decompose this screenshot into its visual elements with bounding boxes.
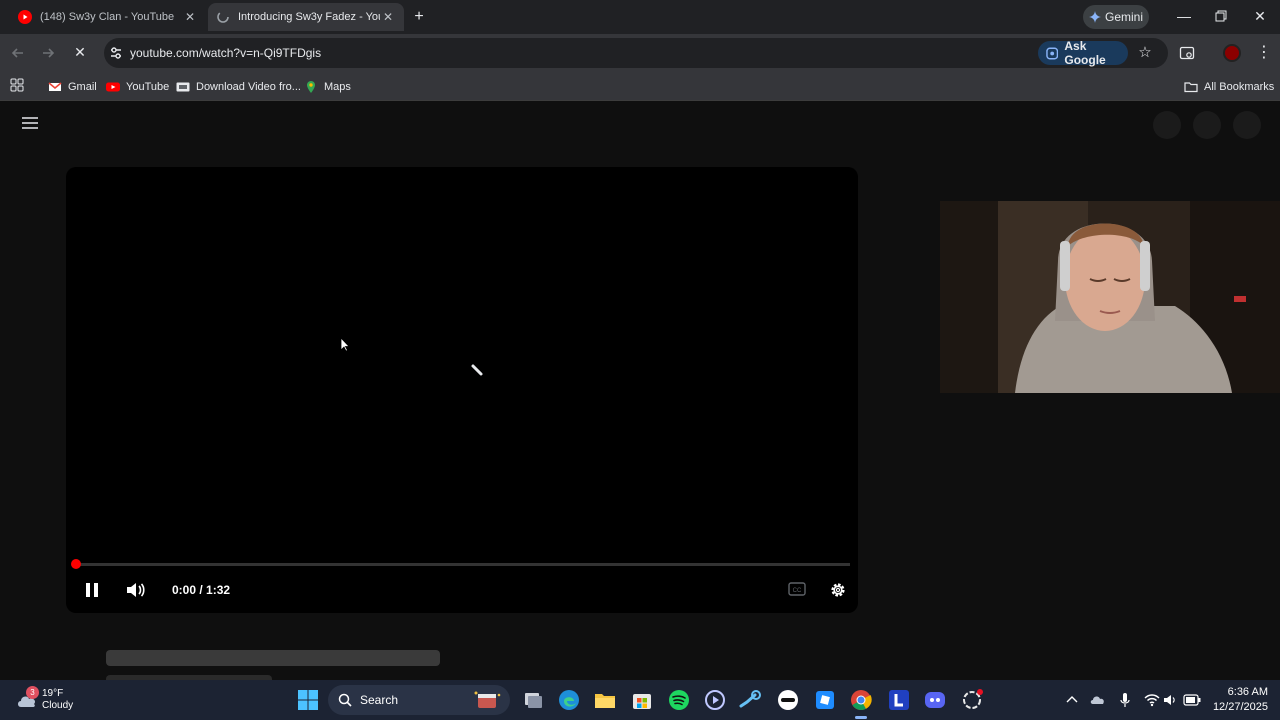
- loading-icon: [217, 11, 229, 23]
- search-label: Search: [360, 693, 399, 707]
- spotify-icon[interactable]: [667, 688, 691, 712]
- stop-loading-button[interactable]: ✕: [71, 43, 89, 61]
- task-view-icon[interactable]: [521, 688, 545, 712]
- hamburger-menu-icon[interactable]: [21, 116, 39, 130]
- placeholder-notifications-icon[interactable]: [1193, 111, 1221, 139]
- weather-desc: Cloudy: [42, 700, 74, 711]
- clock-date[interactable]: 12/27/2025: [1200, 701, 1268, 713]
- progress-scrubber[interactable]: [71, 559, 81, 569]
- tab-introducing-sw3y-fadez[interactable]: Introducing Sw3y Fadez - YouTube ✕: [208, 3, 404, 31]
- settings-gear-icon[interactable]: [829, 581, 847, 599]
- chrome-icon[interactable]: [849, 688, 873, 712]
- svg-text:CC: CC: [793, 588, 802, 594]
- tray-overflow-icon[interactable]: [1066, 694, 1078, 704]
- app-icon[interactable]: [776, 688, 800, 712]
- apps-grid-icon[interactable]: [10, 78, 24, 92]
- maps-icon: [307, 81, 315, 93]
- folder-icon: [1184, 82, 1198, 93]
- bookmark-youtube[interactable]: YouTube: [106, 78, 169, 96]
- bookmark-label: Gmail: [68, 81, 97, 93]
- gemini-button[interactable]: Gemini: [1083, 5, 1149, 29]
- profile-avatar[interactable]: [1223, 44, 1241, 62]
- gmail-icon: [48, 82, 62, 91]
- tab-strip: (148) Sw3y Clan - YouTube ✕ Introducing …: [0, 0, 1280, 34]
- bookmark-label: Maps: [324, 81, 351, 93]
- all-bookmarks-label: All Bookmarks: [1204, 81, 1275, 93]
- battery-icon[interactable]: [1183, 694, 1201, 706]
- search-highlight-icon: [474, 691, 501, 708]
- progress-bar[interactable]: [74, 563, 850, 566]
- gemini-icon: [1089, 11, 1101, 23]
- time-display: 0:00 / 1:32: [172, 583, 231, 597]
- speaker-icon[interactable]: [1163, 693, 1179, 707]
- close-tab-icon[interactable]: ✕: [380, 9, 396, 25]
- webcam-overlay: [940, 201, 1280, 393]
- file-explorer-icon[interactable]: [593, 688, 617, 712]
- menu-dots-icon[interactable]: ⋮: [1256, 43, 1272, 63]
- forward-button[interactable]: [40, 45, 56, 61]
- ask-google-label: Ask Google: [1064, 39, 1106, 67]
- weather-temp: 19°F: [42, 688, 64, 699]
- bookmark-star-icon[interactable]: ☆: [1136, 44, 1154, 62]
- wifi-icon[interactable]: [1144, 693, 1160, 707]
- tab-search-icon[interactable]: [1179, 45, 1195, 61]
- tab-label: (148) Sw3y Clan - YouTube: [40, 11, 175, 23]
- microsoft-store-icon[interactable]: [630, 688, 654, 712]
- download-site-icon: [176, 82, 190, 92]
- roblox-studio-icon[interactable]: [813, 688, 837, 712]
- close-window-button[interactable]: ✕: [1252, 8, 1268, 24]
- restore-button[interactable]: [1215, 10, 1227, 22]
- ask-google-button[interactable]: Ask Google: [1038, 39, 1128, 67]
- chrome-active-indicator: [855, 716, 867, 719]
- onedrive-icon[interactable]: [1090, 692, 1106, 708]
- media-player-icon[interactable]: [703, 688, 727, 712]
- gemini-label: Gemini: [1105, 10, 1144, 24]
- site-info-icon[interactable]: [108, 45, 124, 61]
- close-tab-icon[interactable]: ✕: [182, 9, 198, 25]
- discord-icon[interactable]: [923, 688, 947, 712]
- placeholder-avatar[interactable]: [1233, 111, 1261, 139]
- clock-time[interactable]: 6:36 AM: [1210, 686, 1268, 698]
- edge-icon[interactable]: [557, 688, 581, 712]
- taskbar-search-box[interactable]: Search: [328, 685, 510, 715]
- bookmark-label: Download Video fro...: [196, 81, 301, 93]
- weather-badge: 3: [26, 686, 39, 699]
- all-bookmarks-button[interactable]: All Bookmarks: [1184, 78, 1274, 96]
- youtube-icon: [106, 82, 120, 92]
- address-bar[interactable]: youtube.com/watch?v=n-Qi9TFDgis Ask Goog…: [104, 38, 1168, 68]
- weather-widget[interactable]: 3 19°F Cloudy: [14, 686, 94, 714]
- placeholder-create-icon[interactable]: [1153, 111, 1181, 139]
- captions-icon[interactable]: CC: [788, 582, 806, 596]
- tab-sw3y-clan[interactable]: (148) Sw3y Clan - YouTube ✕: [10, 3, 206, 31]
- windows-taskbar: 3 19°F Cloudy Search 6:36 AM 12/27/2025: [0, 680, 1280, 720]
- volume-icon[interactable]: [126, 581, 146, 599]
- tab-label: Introducing Sw3y Fadez - YouTube: [238, 11, 380, 23]
- bookmark-maps[interactable]: Maps: [304, 78, 351, 96]
- title-skeleton: [106, 650, 440, 666]
- url-text[interactable]: youtube.com/watch?v=n-Qi9TFDgis: [130, 46, 321, 60]
- lens-icon: [1046, 47, 1059, 59]
- l-app-icon[interactable]: [887, 688, 911, 712]
- search-icon: [338, 693, 352, 707]
- video-player[interactable]: 0:00 / 1:32 CC: [66, 167, 858, 613]
- windows-start-icon[interactable]: [296, 688, 320, 712]
- microphone-icon[interactable]: [1119, 692, 1131, 708]
- youtube-page: 0:00 / 1:32 CC: [0, 101, 1280, 680]
- back-button[interactable]: [10, 45, 26, 61]
- loading-spinner-icon: [471, 364, 483, 376]
- bookmarks-bar: Gmail YouTube Download Video fro... Maps…: [0, 72, 1280, 101]
- pause-icon[interactable]: [85, 582, 99, 598]
- bookmark-download-video[interactable]: Download Video fro...: [176, 78, 301, 96]
- youtube-icon: [18, 10, 32, 24]
- browser-toolbar: ✕ youtube.com/watch?v=n-Qi9TFDgis Ask Go…: [0, 34, 1280, 72]
- bookmark-gmail[interactable]: Gmail: [48, 78, 97, 96]
- chatgpt-icon[interactable]: [960, 688, 984, 712]
- bookmark-label: YouTube: [126, 81, 170, 93]
- mouse-cursor-icon: [340, 337, 350, 352]
- new-tab-button[interactable]: +: [410, 8, 428, 26]
- steam-icon[interactable]: [739, 688, 763, 712]
- minimize-button[interactable]: —: [1176, 9, 1192, 25]
